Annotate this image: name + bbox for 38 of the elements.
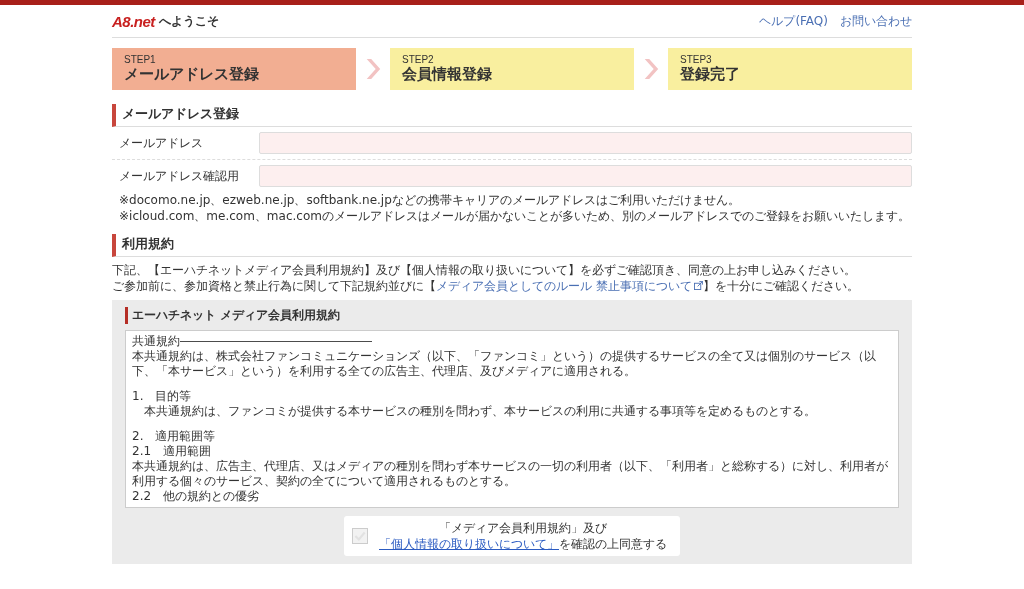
consent-text: 「個人情報の取り扱いについて」を確認の上同意する	[378, 536, 668, 552]
step-number: STEP2	[402, 54, 435, 65]
note-text: ※docomo.ne.jp、ezweb.ne.jp、softbank.ne.jpなどの携帯キャリアのメールアドレスはご利用いただけません。	[119, 192, 741, 208]
step-label: 会員情報登録	[402, 65, 493, 84]
logo[interactable]: A8.net	[112, 12, 155, 30]
terms-line: 1. 目的等	[132, 389, 193, 404]
consent-checkbox[interactable]	[352, 528, 368, 544]
rules-link[interactable]: メディア会員としてのルール 禁止事項について	[436, 279, 703, 293]
step-label: メールアドレス登録	[124, 65, 260, 84]
note-text: ※icloud.com、me.com、mac.comのメールアドレスはメールが届かないことが多いため、別のメールアドレスでのご登録をお願いいたします。	[119, 208, 911, 224]
external-link-icon	[693, 281, 703, 290]
terms-line: 共通規約――――――――――――――――	[132, 334, 373, 349]
panel-title: エーハチネット メディア会員利用規約	[125, 307, 899, 324]
rules-text: ご参加前に、参加資格と禁止行為に関して下記規約並びに【メディア会員としてのルール 禁止事項について 】を十分にご確認ください。	[112, 278, 860, 294]
step-number: STEP3	[680, 54, 713, 65]
header-link[interactable]: お問い合わせ	[840, 12, 912, 30]
section-heading: 利用規約	[112, 234, 912, 257]
privacy-link[interactable]: 「個人情報の取り扱いについて」	[379, 537, 559, 551]
header-link[interactable]: ヘルプ(FAQ)	[759, 12, 828, 30]
terms-text-area[interactable]	[125, 330, 899, 508]
terms-line: 2. 適用範囲等	[132, 429, 217, 444]
field-label: メールアドレス確認用	[119, 167, 240, 185]
terms-line: 2.2 他の規約との優劣	[132, 489, 261, 504]
field-label: メールアドレス	[119, 134, 204, 152]
chevron-icon	[364, 58, 382, 80]
section-heading: メールアドレス登録	[112, 104, 912, 127]
terms-line: 2.1 適用範囲	[132, 444, 213, 459]
input-field[interactable]	[259, 132, 912, 154]
chevron-icon	[642, 58, 660, 80]
step-number: STEP1	[124, 54, 157, 65]
welcome-text: へようこそ	[158, 12, 219, 30]
consent-text: 「メディア会員利用規約」及び	[438, 520, 608, 536]
input-field[interactable]	[259, 165, 912, 187]
terms-line: 本共通規約は、ファンコミが提供する本サービスの種別を問わず、本サービスの利用に共通する事項等を定めるものとする。	[143, 404, 817, 419]
terms-line: 本共通規約は、広告主、代理店、又はメディアの種別を問わず本サービスの一切の利用者（以下、「利用者」と総称する）に対し、利用者が利用する個々のサービス、契約の全てについて適用されるものとする。	[132, 459, 889, 489]
terms-line: 本共通規約は、株式会社ファンコミュニケーションズ（以下、「ファンコミ」という）の提供するサービスの全て又は個別のサービス（以下、「本サービス」という）を利用する全ての広告主、代理店、及びメディアに適用される。	[132, 349, 877, 379]
step-label: 登録完了	[680, 65, 741, 84]
intro-text: 下記、【エーハチネットメディア会員利用規約】及び【個人情報の取り扱いについて】を必ずご確認頂き、同意の上お申し込みください。	[112, 262, 857, 278]
